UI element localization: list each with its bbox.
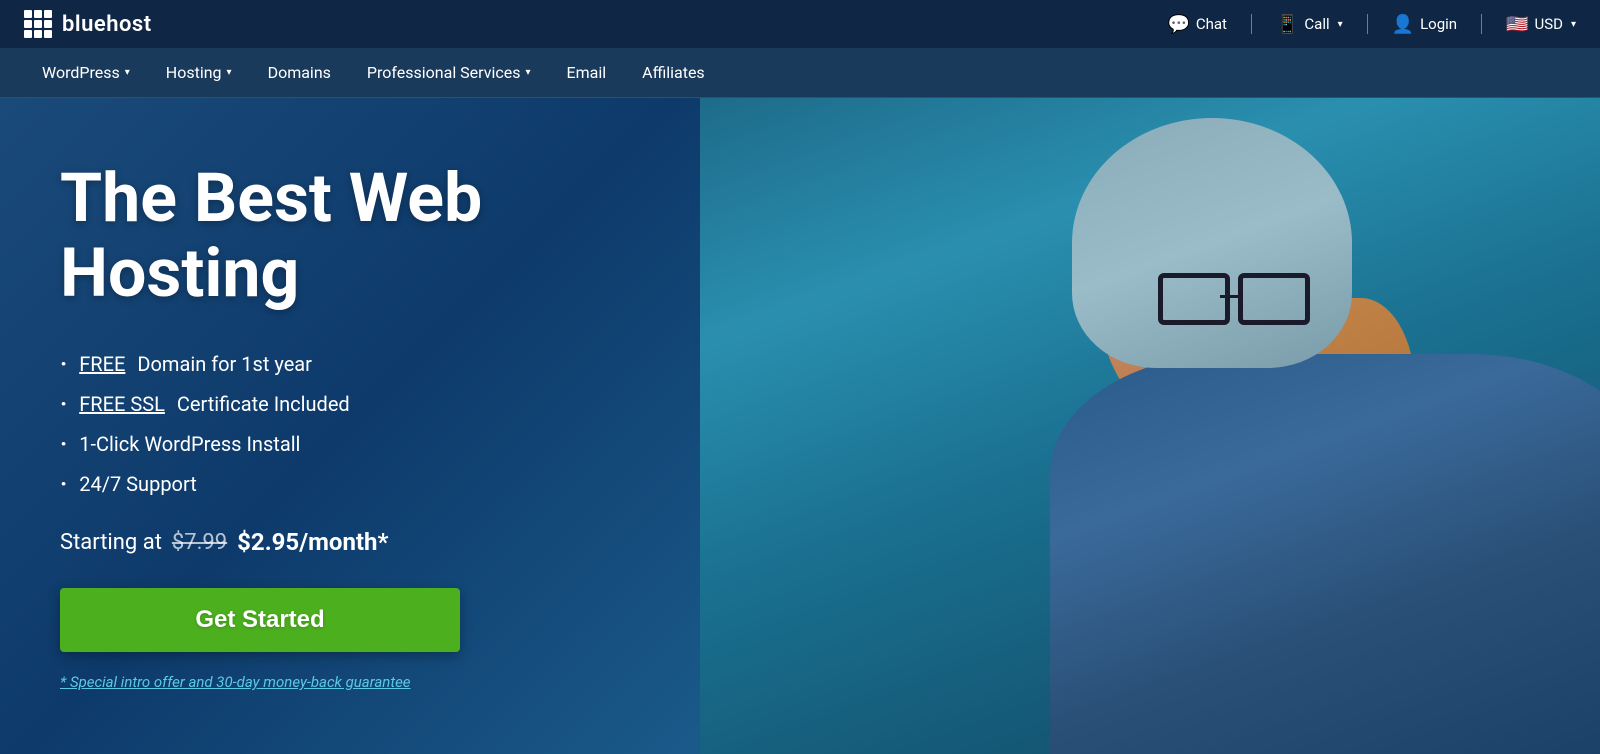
disclaimer-text[interactable]: * Special intro offer and 30-day money-b…: [60, 673, 411, 691]
main-nav: WordPress ▾ Hosting ▾ Domains Profession…: [0, 48, 1600, 98]
logo-area[interactable]: bluehost: [24, 10, 152, 38]
currency-button[interactable]: 🇺🇸 USD ▾: [1506, 14, 1576, 35]
top-bar: bluehost 💬 Chat 📱 Call ▾ 👤 Login 🇺🇸 USD …: [0, 0, 1600, 48]
login-button[interactable]: 👤 Login: [1392, 14, 1457, 35]
chat-icon: 💬: [1167, 14, 1189, 35]
top-actions: 💬 Chat 📱 Call ▾ 👤 Login 🇺🇸 USD ▾: [1167, 14, 1576, 35]
hero-title: The Best Web Hosting: [60, 161, 660, 311]
login-label: Login: [1420, 15, 1457, 33]
feature-ssl-free: FREE SSL: [79, 392, 165, 416]
feature-wordpress: 1-Click WordPress Install: [60, 430, 660, 458]
nav-item-wordpress[interactable]: WordPress ▾: [24, 48, 148, 98]
call-button[interactable]: 📱 Call ▾: [1276, 14, 1343, 35]
feature-domain: FREE Domain for 1st year: [60, 350, 660, 378]
feature-domain-free: FREE: [79, 352, 125, 376]
hero-section: The Best Web Hosting FREE Domain for 1st…: [0, 98, 1600, 754]
nav-item-professional-services[interactable]: Professional Services ▾: [349, 48, 549, 98]
currency-label: USD: [1534, 15, 1562, 33]
nav-item-hosting[interactable]: Hosting ▾: [148, 48, 250, 98]
user-icon: 👤: [1392, 14, 1414, 35]
phone-icon: 📱: [1276, 14, 1298, 35]
currency-caret-icon: ▾: [1571, 19, 1576, 30]
nav-item-email[interactable]: Email: [549, 48, 625, 98]
feature-wordpress-text: 1-Click WordPress Install: [79, 432, 300, 456]
nav-item-affiliates[interactable]: Affiliates: [624, 48, 723, 98]
hosting-caret-icon: ▾: [227, 67, 232, 78]
chat-label: Chat: [1196, 15, 1227, 33]
feature-support: 24/7 Support: [60, 470, 660, 498]
features-list: FREE Domain for 1st year FREE SSL Certif…: [60, 350, 660, 498]
new-price: $2.95/month*: [237, 528, 388, 556]
wordpress-caret-icon: ▾: [125, 67, 130, 78]
pricing-prefix: Starting at: [60, 530, 162, 555]
call-label: Call: [1304, 15, 1329, 33]
feature-domain-text: Domain for 1st year: [137, 352, 312, 376]
divider-1: [1251, 14, 1252, 34]
professional-services-caret-icon: ▾: [525, 67, 530, 78]
hero-content: The Best Web Hosting FREE Domain for 1st…: [0, 101, 720, 752]
call-caret-icon: ▾: [1338, 19, 1343, 30]
pricing-line: Starting at $7.99 $2.95/month*: [60, 528, 660, 556]
flag-icon: 🇺🇸: [1506, 14, 1528, 35]
bluehost-logo-grid-icon: [24, 10, 52, 38]
hero-image: [700, 98, 1600, 754]
feature-ssl-text: Certificate Included: [177, 392, 350, 416]
nav-item-domains[interactable]: Domains: [250, 48, 349, 98]
get-started-button[interactable]: Get Started: [60, 588, 460, 652]
logo-text: bluehost: [62, 12, 152, 37]
old-price: $7.99: [172, 530, 227, 555]
feature-support-text: 24/7 Support: [79, 472, 197, 496]
feature-ssl: FREE SSL Certificate Included: [60, 390, 660, 418]
divider-2: [1367, 14, 1368, 34]
chat-button[interactable]: 💬 Chat: [1167, 14, 1227, 35]
divider-3: [1481, 14, 1482, 34]
